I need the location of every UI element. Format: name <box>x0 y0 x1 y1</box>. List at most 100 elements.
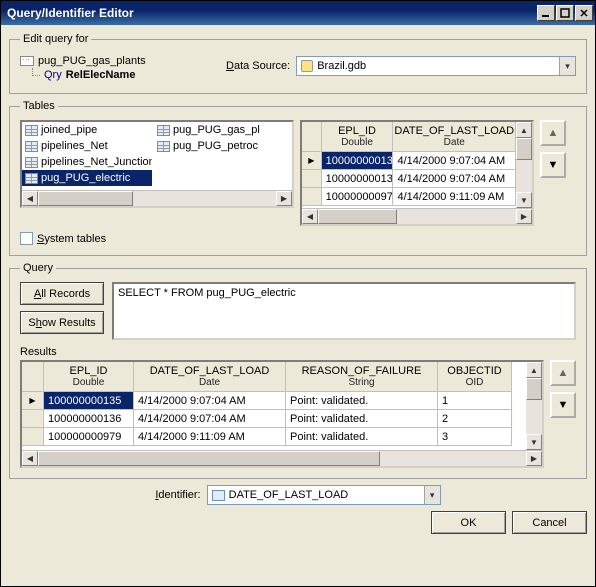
move-down-button[interactable]: ▼ <box>540 152 566 178</box>
tree-db-row[interactable]: pug_PUG_gas_plants <box>20 55 200 67</box>
grid-cell[interactable]: 100000000135 <box>44 392 134 410</box>
grid-row[interactable]: 100000000136 4/14/2000 9:07:04 AM <box>302 170 516 188</box>
scroll-right-icon[interactable]: ▶ <box>526 451 542 466</box>
ok-button[interactable]: OK <box>431 511 506 534</box>
grid-header[interactable]: OBJECTIDOID <box>438 362 512 392</box>
grid-cell[interactable]: 4/14/2000 9:07:04 AM <box>134 392 286 410</box>
grid-row[interactable]: 100000000979 4/14/2000 9:11:09 AM Point:… <box>22 428 526 446</box>
grid-rowhead[interactable] <box>302 188 322 206</box>
tables-item[interactable]: pipelines_Net <box>22 138 152 154</box>
grid-cell[interactable]: 100000000136 <box>322 170 394 188</box>
tables-item-label: pug_PUG_electric <box>41 172 130 184</box>
scroll-left-icon[interactable]: ◀ <box>22 191 38 206</box>
grid-cell[interactable]: Point: validated. <box>286 428 438 446</box>
grid-cell[interactable]: 2 <box>438 410 512 428</box>
grid-row[interactable]: 100000000136 4/14/2000 9:07:04 AM Point:… <box>22 410 526 428</box>
grid-row[interactable]: 100000000135 4/14/2000 9:07:04 AM <box>302 152 516 170</box>
grid-cell[interactable]: 3 <box>438 428 512 446</box>
tables-list-hscroll[interactable]: ◀ ▶ <box>22 190 292 206</box>
data-source-label: Data Source: <box>226 60 290 72</box>
titlebar[interactable]: Query/Identifier Editor <box>1 1 595 25</box>
grid-header[interactable]: DATE_OF_LAST_LOADDate <box>393 122 516 152</box>
table-icon <box>157 141 170 152</box>
tables-preview-grid[interactable]: EPL_IDDouble DATE_OF_LAST_LOADDate 10000… <box>300 120 534 226</box>
grid-row[interactable]: 100000000135 4/14/2000 9:07:04 AM Point:… <box>22 392 526 410</box>
show-results-button[interactable]: Show Results <box>20 311 104 334</box>
results-grid-hscroll[interactable]: ◀ ▶ <box>22 450 542 466</box>
tables-item[interactable]: joined_pipe <box>22 122 152 138</box>
scroll-left-icon[interactable]: ◀ <box>22 451 38 466</box>
sql-textarea[interactable]: SELECT * FROM pug_PUG_electric <box>112 282 576 340</box>
grid-cell[interactable]: 4/14/2000 9:07:04 AM <box>393 152 516 170</box>
geodatabase-icon <box>301 60 313 72</box>
tree-query-row[interactable]: Qry RelElecName <box>20 69 200 81</box>
table-icon <box>25 141 38 152</box>
grid-header[interactable]: DATE_OF_LAST_LOADDate <box>134 362 286 392</box>
grid-rowhead[interactable] <box>302 170 322 188</box>
identifier-value: DATE_OF_LAST_LOAD <box>229 489 349 501</box>
grid-cell[interactable]: 1 <box>438 392 512 410</box>
tables-grid-vscroll[interactable]: ▲ ▼ <box>516 122 532 208</box>
results-move-up-button[interactable]: ▲ <box>550 360 576 386</box>
grid-cell[interactable]: 4/14/2000 9:07:04 AM <box>134 410 286 428</box>
grid-cell[interactable]: Point: validated. <box>286 410 438 428</box>
scroll-up-icon[interactable]: ▲ <box>516 122 532 138</box>
tables-legend: Tables <box>20 100 58 112</box>
table-icon <box>25 173 38 184</box>
tables-item-label: pug_PUG_gas_pl <box>173 124 260 136</box>
grid-rowhead[interactable] <box>302 152 322 170</box>
tables-item[interactable]: pug_PUG_gas_pl <box>154 122 284 138</box>
cancel-button[interactable]: Cancel <box>512 511 587 534</box>
grid-cell[interactable]: Point: validated. <box>286 392 438 410</box>
all-records-button[interactable]: All Records <box>20 282 104 305</box>
scroll-up-icon[interactable]: ▲ <box>526 362 542 378</box>
results-grid-vscroll[interactable]: ▲ ▼ <box>526 362 542 450</box>
tables-item[interactable]: pipelines_Net_Junctions <box>22 154 152 170</box>
grid-header[interactable]: EPL_IDDouble <box>44 362 134 392</box>
grid-header[interactable]: REASON_OF_FAILUREString <box>286 362 438 392</box>
data-source-dropdown[interactable]: Brazil.gdb <box>296 56 576 76</box>
grid-row[interactable]: 100000000979 4/14/2000 9:11:09 AM <box>302 188 516 206</box>
edit-query-legend: Edit query for <box>20 33 91 45</box>
tree-connector <box>32 68 40 76</box>
tables-item-label: pipelines_Net_Junctions <box>41 156 152 168</box>
grid-rowhead[interactable] <box>22 392 44 410</box>
grid-cell[interactable]: 4/14/2000 9:11:09 AM <box>393 188 516 206</box>
tree-db-label: pug_PUG_gas_plants <box>38 55 146 67</box>
move-up-button[interactable]: ▲ <box>540 120 566 146</box>
database-icon <box>20 56 34 66</box>
scroll-down-icon[interactable]: ▼ <box>516 192 532 208</box>
edit-query-fieldset: Edit query for pug_PUG_gas_plants Qry Re… <box>9 33 587 94</box>
tables-item[interactable]: pug_PUG_electric <box>22 170 152 186</box>
grid-rowhead[interactable] <box>22 428 44 446</box>
data-source-value: Brazil.gdb <box>317 60 366 72</box>
tables-item[interactable]: pug_PUG_petroc <box>154 138 284 154</box>
grid-cell[interactable]: 4/14/2000 9:07:04 AM <box>393 170 516 188</box>
grid-cell[interactable]: 100000000979 <box>322 188 394 206</box>
grid-rowhead[interactable] <box>22 410 44 428</box>
grid-cell[interactable]: 100000000135 <box>322 152 394 170</box>
grid-cell[interactable]: 100000000136 <box>44 410 134 428</box>
grid-cell[interactable]: 100000000979 <box>44 428 134 446</box>
tables-listbox[interactable]: joined_pipe pipelines_Net pipelines_Net_… <box>20 120 294 208</box>
identifier-dropdown[interactable]: DATE_OF_LAST_LOAD <box>207 485 441 505</box>
scroll-left-icon[interactable]: ◀ <box>302 209 318 224</box>
query-fieldset: Query All Records Show Results SELECT * … <box>9 262 587 479</box>
results-grid[interactable]: EPL_IDDouble DATE_OF_LAST_LOADDate REASO… <box>20 360 544 468</box>
close-button[interactable] <box>575 5 593 21</box>
results-move-down-button[interactable]: ▼ <box>550 392 576 418</box>
maximize-button[interactable] <box>556 5 574 21</box>
scroll-right-icon[interactable]: ▶ <box>276 191 292 206</box>
minimize-button[interactable] <box>537 5 555 21</box>
tables-fieldset: Tables joined_pipe pipelines_Net pipelin… <box>9 100 587 256</box>
table-icon <box>25 157 38 168</box>
dropdown-arrow-icon[interactable] <box>424 486 440 504</box>
tables-grid-hscroll[interactable]: ◀ ▶ <box>302 208 532 224</box>
grid-header[interactable]: EPL_IDDouble <box>322 122 394 152</box>
grid-cell[interactable]: 4/14/2000 9:11:09 AM <box>134 428 286 446</box>
system-tables-checkbox[interactable] <box>20 232 33 245</box>
dropdown-arrow-icon[interactable] <box>559 57 575 75</box>
scroll-down-icon[interactable]: ▼ <box>526 434 542 450</box>
system-tables-label: System tables <box>37 233 106 245</box>
scroll-right-icon[interactable]: ▶ <box>516 209 532 224</box>
